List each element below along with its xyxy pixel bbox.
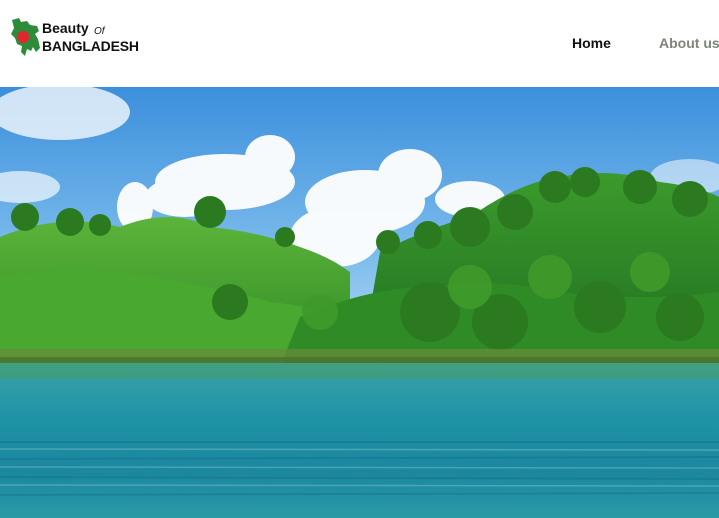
hero-banner	[0, 87, 719, 518]
bangladesh-map-icon	[11, 18, 40, 56]
site-header: Beauty Of BANGLADESH Home About us	[0, 0, 719, 87]
nav-link-about-us[interactable]: About us	[659, 35, 719, 51]
landscape-photo-icon	[0, 87, 719, 518]
logo-text-of: Of	[94, 26, 105, 37]
logo-text-beauty: Beauty	[42, 20, 89, 36]
site-logo[interactable]: Beauty Of BANGLADESH	[9, 16, 139, 60]
logo-text-bangladesh: BANGLADESH	[42, 38, 139, 54]
nav-link-home[interactable]: Home	[572, 35, 611, 51]
